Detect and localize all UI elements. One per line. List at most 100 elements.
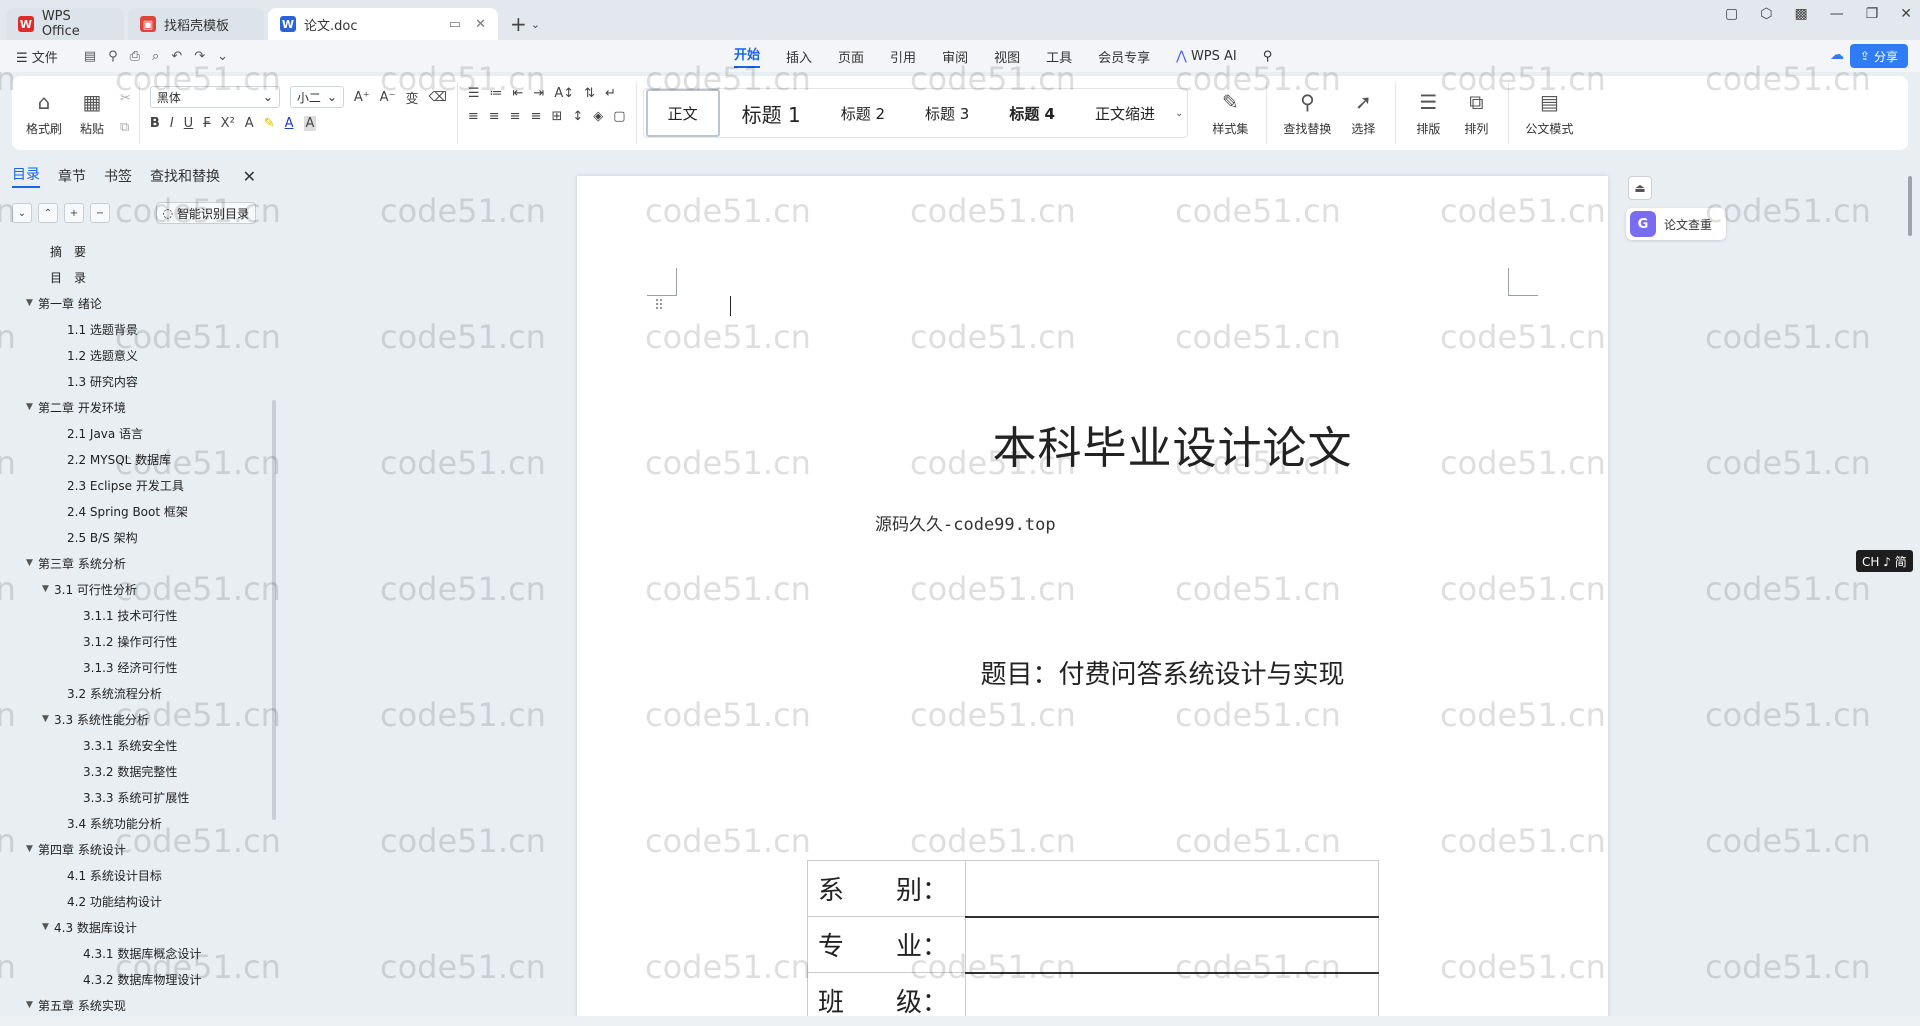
styles-expand-icon[interactable]: ⌄	[1175, 108, 1187, 119]
show-marks-icon[interactable]: ↵	[605, 86, 616, 101]
tab-bookmark[interactable]: 书签	[104, 166, 132, 186]
style-body-indent[interactable]: 正文缩进	[1075, 89, 1175, 137]
toc-item[interactable]: ▼ 第五章 系统实现	[0, 992, 280, 1018]
ime-indicator[interactable]: CH ♪ 简	[1856, 550, 1913, 572]
toc-item[interactable]: 摘 要	[0, 238, 280, 264]
align-center-icon[interactable]: ≡	[489, 109, 500, 124]
field-value[interactable]	[965, 860, 1379, 918]
tab-wps-office[interactable]: W WPS Office	[6, 8, 124, 40]
add-icon[interactable]: +	[64, 203, 84, 223]
toc-item[interactable]: 2.1 Java 语言	[0, 420, 280, 446]
drag-handle-icon[interactable]: ⠿	[654, 298, 664, 314]
paste-button[interactable]: ▦ 粘贴	[68, 83, 116, 143]
menu-page[interactable]: 页面	[838, 47, 864, 66]
grow-font-icon[interactable]: A⁺	[354, 90, 370, 105]
smart-toc-button[interactable]: ◌ 智能识别目录	[155, 202, 256, 224]
decrease-indent-icon[interactable]: ⇤	[513, 86, 524, 101]
cut-icon[interactable]: ✂	[120, 91, 131, 106]
line-spacing-icon[interactable]: ↕	[572, 109, 583, 124]
field-value[interactable]	[965, 916, 1379, 974]
align-right-icon[interactable]: ≡	[510, 109, 521, 124]
avatar[interactable]: ▩	[1794, 6, 1807, 22]
cloud-upload-icon[interactable]: ☁	[1830, 47, 1844, 63]
collapse-panel-icon[interactable]: ⏏	[1628, 176, 1652, 200]
font-name-select[interactable]: 黑体 ⌄	[149, 86, 280, 108]
sidebar-scrollbar[interactable]	[272, 400, 276, 820]
numbered-list-icon[interactable]: ≔	[490, 86, 503, 101]
sort-icon[interactable]: ⇅	[584, 86, 595, 101]
char-shading-icon[interactable]: A	[303, 116, 317, 131]
select-button[interactable]: ➚ 选择	[1339, 83, 1387, 143]
maximize-icon[interactable]: ❐	[1866, 6, 1879, 22]
toc-item[interactable]: ▼ 3.1 可行性分析	[0, 576, 280, 602]
toc-item[interactable]: 3.3.3 系统可扩展性	[0, 784, 280, 810]
expand-arrow-icon[interactable]: ▼	[26, 298, 38, 308]
toc-item[interactable]: 3.3.2 数据完整性	[0, 758, 280, 784]
toc-item[interactable]: 3.1.3 经济可行性	[0, 654, 280, 680]
toc-item[interactable]: 4.3.1 数据库概念设计	[0, 940, 280, 966]
toc-item[interactable]: 3.1.2 操作可行性	[0, 628, 280, 654]
tab-document[interactable]: W 论文.doc ▭ ✕	[268, 8, 498, 40]
align-left-icon[interactable]: ≡	[468, 109, 479, 124]
document-page[interactable]: ⠿ 本科毕业设计论文 源码久久-code99.top 题目：付费问答系统设计与实…	[577, 176, 1608, 1026]
expand-arrow-icon[interactable]: ▼	[26, 402, 38, 412]
expand-arrow-icon[interactable]: ▼	[42, 714, 54, 724]
tab-find-replace[interactable]: 查找和替换	[150, 166, 220, 186]
paper-check-button[interactable]: G 论文查重	[1626, 208, 1726, 240]
expand-arrow-icon[interactable]: ▼	[26, 844, 38, 854]
underline-icon[interactable]: U	[184, 116, 194, 131]
close-window-icon[interactable]: ✕	[1900, 6, 1912, 22]
toc-item[interactable]: 目 录	[0, 264, 280, 290]
toc-item[interactable]: 2.5 B/S 架构	[0, 524, 280, 550]
style-heading-2[interactable]: 标题 2	[821, 89, 905, 137]
increase-indent-icon[interactable]: ⇥	[533, 86, 544, 101]
expand-arrow-icon[interactable]: ▼	[42, 584, 54, 594]
toc-item[interactable]: 3.3.1 系统安全性	[0, 732, 280, 758]
style-heading-3[interactable]: 标题 3	[905, 89, 989, 137]
share-doc-icon[interactable]: ⚲	[108, 49, 118, 64]
new-tab-button[interactable]: + ⌄	[502, 8, 548, 40]
style-heading-1[interactable]: 标题 1	[722, 89, 821, 137]
font-size-select[interactable]: 小二 ⌄	[289, 86, 344, 108]
undo-icon[interactable]: ↶	[171, 49, 182, 64]
window-icon[interactable]: ▭	[449, 17, 461, 32]
strikethrough-icon[interactable]: F	[203, 116, 210, 131]
redo-icon[interactable]: ↷	[194, 49, 205, 64]
toc-item[interactable]: 2.2 MYSQL 数据库	[0, 446, 280, 472]
text-direction-icon[interactable]: A↕	[554, 86, 574, 101]
menu-member[interactable]: 会员专享	[1098, 47, 1150, 66]
tab-template[interactable]: ▣ 找稻壳模板	[128, 8, 264, 40]
official-mode-button[interactable]: ▤ 公文模式	[1517, 83, 1581, 143]
justify-icon[interactable]: ≡	[531, 109, 542, 124]
menu-insert[interactable]: 插入	[786, 47, 812, 66]
typeset-button[interactable]: ☰ 排版	[1404, 83, 1452, 143]
collapse-down-icon[interactable]: ⌄	[12, 203, 32, 223]
text-effect-icon[interactable]: A	[245, 116, 254, 131]
search-icon[interactable]: ⚲	[1263, 49, 1273, 64]
style-set-button[interactable]: ✎ 样式集	[1202, 83, 1258, 143]
find-replace-button[interactable]: ⚲ 查找替换	[1275, 83, 1339, 143]
phonetic-icon[interactable]: 变	[405, 88, 418, 107]
expand-arrow-icon[interactable]: ▼	[42, 922, 54, 932]
cube-icon[interactable]: ⬡	[1760, 6, 1772, 22]
print-icon[interactable]: ⎙	[130, 49, 140, 64]
file-menu[interactable]: ☰ 文件	[16, 47, 58, 66]
toc-item[interactable]: 3.2 系统流程分析	[0, 680, 280, 706]
bold-icon[interactable]: B	[150, 116, 160, 131]
close-pane-icon[interactable]: ✕	[243, 167, 256, 186]
minimize-icon[interactable]: —	[1830, 6, 1844, 22]
bullet-list-icon[interactable]: ☰	[468, 86, 480, 101]
toc-item[interactable]: 3.1.1 技术可行性	[0, 602, 280, 628]
document-scrollbar[interactable]	[1908, 156, 1914, 986]
shading-icon[interactable]: ◈	[593, 109, 603, 124]
toc-item[interactable]: 4.3.2 数据库物理设计	[0, 966, 280, 992]
scrollbar-thumb[interactable]	[1908, 176, 1912, 236]
toc-item[interactable]: ▼ 第一章 绪论	[0, 290, 280, 316]
toc-item[interactable]: 4.2 功能结构设计	[0, 888, 280, 914]
arrange-button[interactable]: ⧉ 排列	[1452, 83, 1500, 143]
menu-reference[interactable]: 引用	[890, 47, 916, 66]
superscript-icon[interactable]: X²	[221, 116, 235, 131]
remove-icon[interactable]: −	[90, 203, 110, 223]
toc-item[interactable]: 1.1 选题背景	[0, 316, 280, 342]
more-icon[interactable]: ⌄	[217, 49, 228, 64]
